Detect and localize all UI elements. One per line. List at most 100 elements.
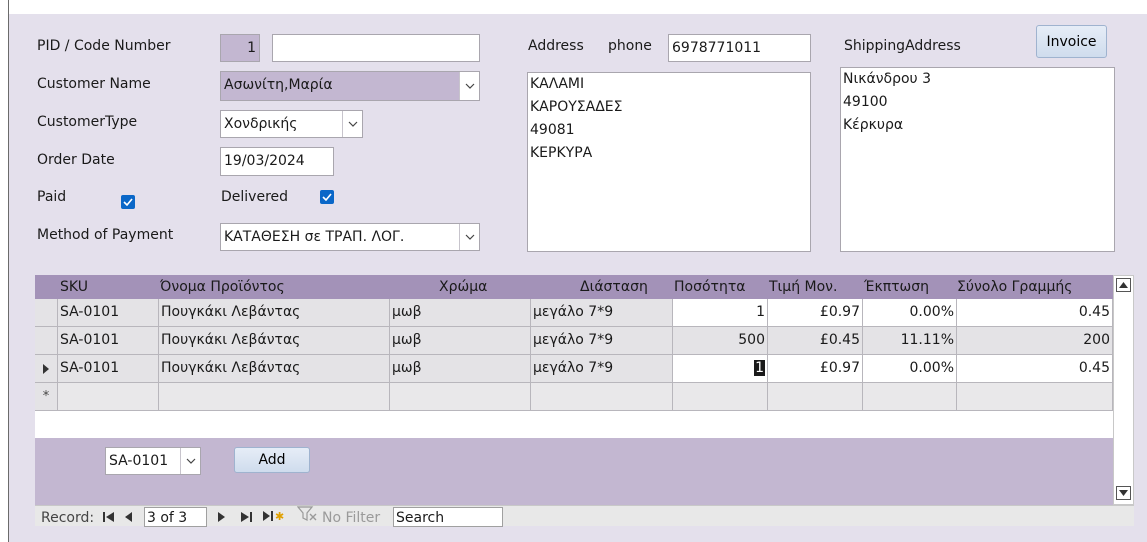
order-lines-grid: SKU Όνομα Προϊόντος Χρώμα Διάσταση Ποσότ… [35, 275, 1113, 439]
vertical-scrollbar[interactable] [1113, 275, 1134, 505]
svg-text:✱: ✱ [275, 510, 284, 522]
code-number-input[interactable] [272, 34, 480, 62]
paid-checkbox[interactable] [121, 195, 135, 209]
first-record-icon[interactable] [103, 506, 114, 527]
cell-color[interactable]: μωβ [390, 327, 531, 355]
cell-line-total[interactable]: 0.45 [957, 355, 1113, 383]
cell-product-name[interactable]: Πουγκάκι Λεβάντας [159, 327, 390, 355]
cell-product-name[interactable] [159, 383, 390, 411]
cell-sku[interactable]: SA-0101 [58, 327, 159, 355]
header-product-name[interactable]: Όνομα Προϊόντος [160, 275, 380, 299]
table-row[interactable]: SA-0101 Πουγκάκι Λεβάντας μωβ μεγάλο 7*9… [35, 299, 1113, 327]
filter-icon[interactable] [296, 506, 317, 527]
previous-record-icon[interactable] [125, 506, 132, 527]
address-label: Address [528, 38, 584, 54]
cell-product-name[interactable]: Πουγκάκι Λεβάντας [159, 299, 390, 327]
payment-method-label: Method of Payment [37, 227, 174, 243]
order-date-input[interactable]: 19/03/2024 [220, 147, 334, 176]
chevron-down-icon[interactable] [342, 111, 362, 137]
cell-dimension[interactable]: μεγάλο 7*9 [531, 299, 673, 327]
header-quantity[interactable]: Ποσότητα [674, 275, 764, 299]
cell-dimension[interactable] [531, 383, 673, 411]
check-icon [322, 193, 332, 201]
table-row[interactable]: SA-0101 Πουγκάκι Λεβάντας μωβ μεγάλο 7*9… [35, 327, 1113, 355]
header-discount[interactable]: Έκπτωση [864, 275, 954, 299]
pid-value: 1 [220, 34, 260, 62]
sku-select-value: SA-0101 [109, 453, 169, 469]
paid-label: Paid [37, 189, 67, 205]
delivered-label: Delivered [221, 189, 289, 205]
phone-label: phone [608, 38, 652, 54]
table-row-new[interactable]: * [35, 383, 1113, 411]
cell-sku[interactable]: SA-0101 [58, 299, 159, 327]
cell-unit-price[interactable]: £0.97 [768, 355, 863, 383]
payment-method-combo[interactable]: ΚΑΤΑΘΕΣΗ σε ΤΡΑΠ. ΛΟΓ. [220, 223, 480, 251]
cell-quantity[interactable]: 500 [673, 327, 768, 355]
cell-unit-price[interactable]: £0.45 [768, 327, 863, 355]
shipping-address-label: ShippingAddress [844, 38, 961, 54]
cell-sku[interactable] [58, 383, 159, 411]
cell-line-total[interactable] [957, 383, 1113, 411]
payment-method-value: ΚΑΤΑΘΕΣΗ σε ΤΡΑΠ. ΛΟΓ. [224, 229, 405, 245]
row-selector[interactable] [35, 299, 58, 327]
selected-quantity: 1 [754, 360, 765, 376]
chevron-down-icon[interactable] [180, 448, 200, 474]
header-sku[interactable]: SKU [60, 275, 150, 299]
cell-quantity[interactable] [673, 383, 768, 411]
current-record-icon[interactable] [35, 355, 58, 383]
cell-dimension[interactable]: μεγάλο 7*9 [531, 327, 673, 355]
chevron-down-icon[interactable] [459, 72, 479, 100]
cell-product-name[interactable]: Πουγκάκι Λεβάντας [159, 355, 390, 383]
add-button[interactable]: Add [234, 447, 310, 473]
cell-discount[interactable]: 11.11% [863, 327, 957, 355]
pid-label: PID / Code Number [37, 38, 171, 54]
customer-type-label: CustomerType [37, 114, 138, 130]
cell-quantity[interactable]: 1 [673, 299, 768, 327]
cell-quantity-active[interactable]: 1 [673, 355, 768, 383]
header-dimension[interactable]: Διάσταση [580, 275, 660, 299]
row-selector[interactable] [35, 327, 58, 355]
scroll-up-icon[interactable] [1116, 278, 1131, 292]
table-row-current[interactable]: SA-0101 Πουγκάκι Λεβάντας μωβ μεγάλο 7*9… [35, 355, 1113, 383]
cell-line-total[interactable]: 0.45 [957, 299, 1113, 327]
invoice-button[interactable]: Invoice [1036, 25, 1107, 58]
record-navigation-bar: Record: 3 of 3 ✱ No Filter Search [35, 505, 1134, 527]
header-line-total[interactable]: Σύνολο Γραμμής [957, 275, 1097, 299]
customer-type-combo[interactable]: Χονδρικής [220, 110, 363, 138]
sku-select[interactable]: SA-0101 [105, 447, 201, 475]
record-label: Record: [41, 510, 95, 526]
cell-unit-price[interactable] [768, 383, 863, 411]
header-unit-price[interactable]: Τιμή Μον. [769, 275, 859, 299]
new-record-icon[interactable]: * [35, 383, 58, 411]
search-input[interactable]: Search [393, 507, 503, 527]
cell-color[interactable]: μωβ [390, 355, 531, 383]
address-textarea[interactable]: ΚΑΛΑΜΙ ΚΑΡΟΥΣΑΔΕΣ 49081 ΚΕΡΚΥΡΑ [527, 72, 811, 252]
phone-input[interactable]: 6978771011 [668, 34, 811, 62]
cell-color[interactable]: μωβ [390, 299, 531, 327]
customer-name-label: Customer Name [37, 76, 151, 92]
customer-name-value: Ασωνίτη,Μαρία [224, 77, 333, 93]
window-left-border [0, 0, 9, 542]
last-record-icon[interactable] [241, 506, 252, 527]
header-color[interactable]: Χρώμα [439, 275, 519, 299]
cell-unit-price[interactable]: £0.97 [768, 299, 863, 327]
customer-name-combo[interactable]: Ασωνίτη,Μαρία [220, 71, 480, 101]
chevron-down-icon[interactable] [459, 224, 479, 250]
customer-type-value: Χονδρικής [224, 116, 298, 132]
shipping-address-textarea[interactable]: Νικάνδρου 3 49100 Κέρκυρα [840, 67, 1115, 252]
new-record-icon[interactable]: ✱ [263, 506, 285, 527]
cell-discount[interactable]: 0.00% [863, 299, 957, 327]
delivered-checkbox[interactable] [320, 190, 334, 204]
cell-sku[interactable]: SA-0101 [58, 355, 159, 383]
cell-line-total[interactable]: 200 [957, 327, 1113, 355]
cell-discount[interactable] [863, 383, 957, 411]
check-icon [123, 198, 133, 206]
scroll-down-icon[interactable] [1116, 486, 1131, 500]
next-record-icon[interactable] [218, 506, 225, 527]
no-filter-label[interactable]: No Filter [322, 506, 380, 527]
cell-color[interactable] [390, 383, 531, 411]
order-date-label: Order Date [37, 152, 115, 168]
cell-discount[interactable]: 0.00% [863, 355, 957, 383]
cell-dimension[interactable]: μεγάλο 7*9 [531, 355, 673, 383]
record-position-input[interactable]: 3 of 3 [144, 507, 207, 527]
